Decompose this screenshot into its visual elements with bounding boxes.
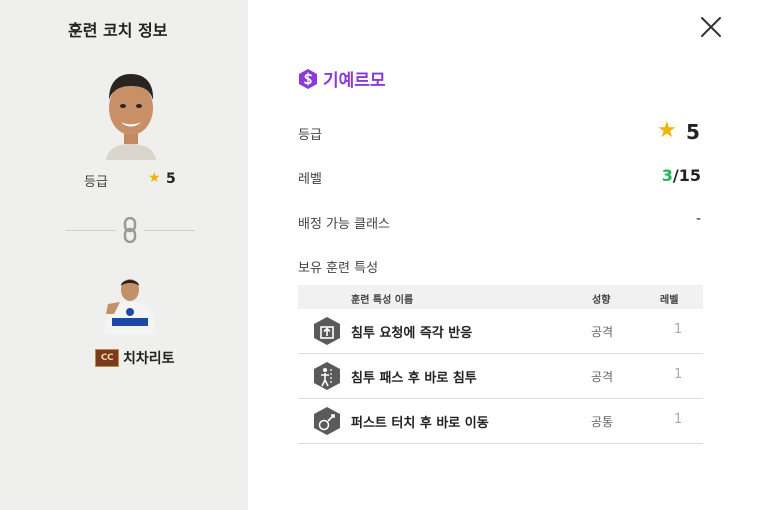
link-chain-icon <box>123 217 137 243</box>
table-row: 퍼스트 터치 후 바로 이동 공통 1 <box>298 399 703 444</box>
grade-label: 등급 <box>298 128 322 143</box>
coach-name: 기예르모 <box>323 71 386 91</box>
col-type-header: 성향 <box>592 295 611 306</box>
trait-name: 침투 패스 후 바로 침투 <box>351 371 477 386</box>
table-header: 훈련 특성 이름 성향 레벨 <box>298 285 703 309</box>
trait-level: 1 <box>674 322 683 337</box>
level-value: 3/15 <box>662 166 701 185</box>
coach-class-icon <box>299 68 317 89</box>
player-name: 치차리토 <box>123 351 175 367</box>
coach-photo <box>106 74 156 160</box>
level-label: 레벨 <box>298 172 322 187</box>
class-label: 배정 가능 클래스 <box>298 217 390 232</box>
trait-type: 공격 <box>591 370 614 384</box>
trait-type: 공통 <box>591 415 614 429</box>
traits-table: 훈련 특성 이름 성향 레벨 침투 요청에 즉각 반응 공격 1 침투 패스 후… <box>298 285 703 444</box>
level-max: /15 <box>672 166 701 185</box>
divider <box>144 230 195 231</box>
star-icon: ★ <box>148 170 161 186</box>
trait-name: 퍼스트 터치 후 바로 이동 <box>351 416 489 431</box>
cc-badge: CC <box>95 349 119 367</box>
first-touch-icon <box>314 407 340 435</box>
coach-grade-row: 등급 ★ 5 <box>84 170 184 191</box>
star-icon: ★ <box>657 118 677 143</box>
close-button[interactable] <box>699 15 723 39</box>
col-name-header: 훈련 특성 이름 <box>351 295 414 306</box>
table-row: 침투 패스 후 바로 침투 공격 1 <box>298 354 703 399</box>
class-value: - <box>695 211 701 227</box>
trait-type: 공격 <box>591 325 614 339</box>
trait-name: 침투 요청에 즉각 반응 <box>351 326 473 341</box>
coach-header: 기예르모 <box>298 66 386 91</box>
traits-label: 보유 훈련 특성 <box>298 261 379 276</box>
col-level-header: 레벨 <box>660 295 679 306</box>
run-request-icon <box>314 317 340 345</box>
table-row: 침투 요청에 즉각 반응 공격 1 <box>298 309 703 354</box>
divider <box>66 230 116 231</box>
panel-title: 훈련 코치 정보 <box>68 21 168 40</box>
grade-label: 등급 <box>84 175 108 190</box>
trait-level: 1 <box>674 412 683 427</box>
player-photo <box>104 279 156 334</box>
level-current: 3 <box>661 166 673 185</box>
grade-value: 5 <box>686 120 700 144</box>
coach-summary-panel: 훈련 코치 정보 등급 ★ 5 CC 치차리토 <box>0 0 248 510</box>
run-pass-icon <box>314 362 340 390</box>
grade-value: 5 <box>166 171 176 187</box>
trait-level: 1 <box>674 367 683 382</box>
player-name-row: CC 치차리토 <box>95 348 175 368</box>
